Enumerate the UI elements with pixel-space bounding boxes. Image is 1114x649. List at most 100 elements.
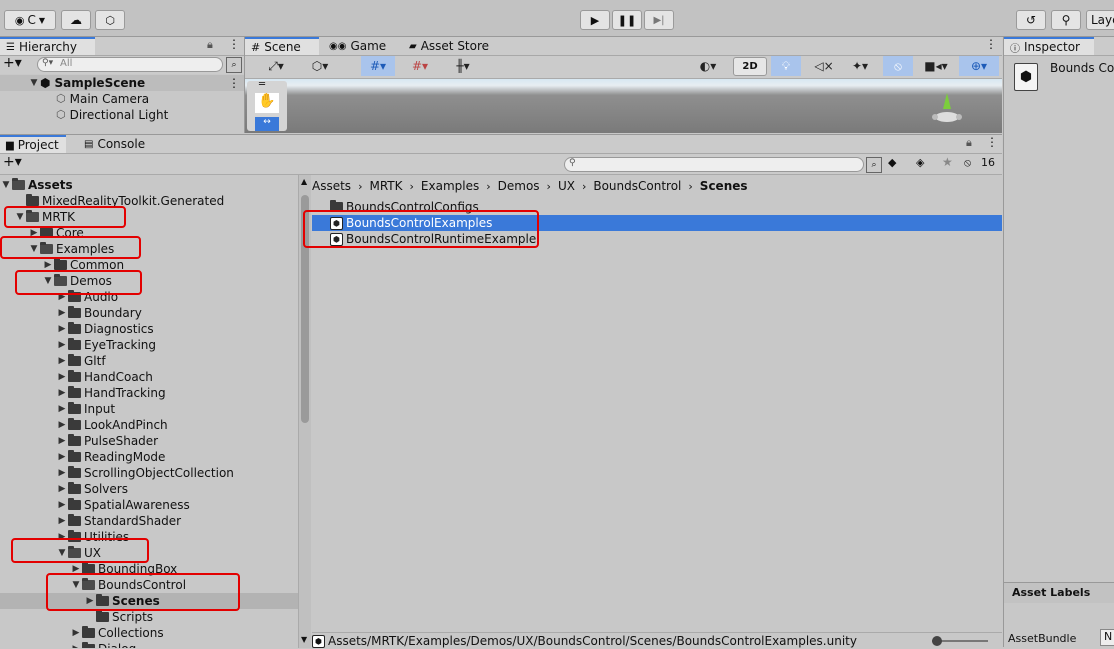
chevron-right-icon[interactable]: ▶ xyxy=(56,497,68,513)
tab-game[interactable]: ◉◉ Game xyxy=(323,37,403,55)
chevron-right-icon[interactable]: ▶ xyxy=(56,449,68,465)
scroll-up-icon[interactable]: ▲ xyxy=(301,177,307,186)
tab-project-label: Project xyxy=(17,138,59,152)
tree-item[interactable]: ▶ PulseShader xyxy=(0,433,298,449)
pause-button[interactable]: ❚❚ xyxy=(612,10,642,30)
chevron-right-icon[interactable]: ▶ xyxy=(56,337,68,353)
grid-icon[interactable]: #▾ xyxy=(405,56,435,76)
effects-icon[interactable]: ✦▾ xyxy=(843,56,877,76)
more-icon[interactable]: ⋮ xyxy=(986,135,998,149)
chevron-right-icon[interactable]: ▶ xyxy=(56,401,68,417)
chevron-right-icon[interactable]: ▶ xyxy=(56,417,68,433)
zoom-slider-knob[interactable] xyxy=(932,636,942,646)
hand-tool-icon[interactable]: ✋ xyxy=(255,93,279,113)
more-icon[interactable]: ⋮ xyxy=(228,37,240,51)
tree-item[interactable]: ▶ Input xyxy=(0,401,298,417)
more-icon[interactable]: ⋮ xyxy=(228,75,240,91)
more-icon[interactable]: ⋮ xyxy=(985,37,997,51)
cloud-button[interactable]: ☁ xyxy=(61,10,91,30)
tree-item[interactable]: ▶ EyeTracking xyxy=(0,337,298,353)
camera-icon[interactable]: ■◂▾ xyxy=(919,56,953,76)
chevron-right-icon[interactable]: ▶ xyxy=(56,481,68,497)
breadcrumb-item[interactable]: UX xyxy=(558,179,575,193)
tree-item[interactable]: Scripts xyxy=(0,609,298,625)
tree-item[interactable]: ▶ Solvers xyxy=(0,481,298,497)
account-button[interactable]: ◉ C ▼ xyxy=(4,10,56,30)
history-button[interactable]: ↺ xyxy=(1016,10,1046,30)
cube-icon[interactable]: ⬡▾ xyxy=(303,56,337,76)
step-button[interactable]: ▶| xyxy=(644,10,674,30)
gizmo-icon[interactable]: ⊕▾ xyxy=(959,56,999,76)
breadcrumb-item[interactable]: MRTK xyxy=(369,179,402,193)
scene-viewport[interactable]: ═ ✋ ↔ xyxy=(245,79,1002,133)
light-icon[interactable]: 💡︎ xyxy=(771,56,801,76)
filter-type-icon[interactable]: ◆ xyxy=(888,156,896,169)
tab-hierarchy[interactable]: ☰ Hierarchy xyxy=(0,37,95,55)
breadcrumb-item[interactable]: Scenes xyxy=(700,179,748,193)
chevron-right-icon[interactable]: ▶ xyxy=(56,385,68,401)
tree-item[interactable]: ▶ HandTracking xyxy=(0,385,298,401)
tree-item[interactable]: ▶ Boundary xyxy=(0,305,298,321)
hierarchy-item[interactable]: ⬡ Directional Light xyxy=(56,107,168,123)
ruler-icon[interactable]: ╫▾ xyxy=(445,56,481,76)
scene-gizmo-icon[interactable] xyxy=(927,89,967,129)
search-type-icon[interactable]: ⌕ xyxy=(226,57,242,73)
chevron-right-icon[interactable]: ▶ xyxy=(56,433,68,449)
collab-button[interactable]: ⬡ xyxy=(95,10,125,30)
breadcrumb-item[interactable]: Examples xyxy=(421,179,479,193)
favorite-icon[interactable]: ★ xyxy=(942,155,953,169)
lock-icon[interactable]: 🔒︎ xyxy=(966,136,972,150)
shading-icon[interactable]: ◐▾ xyxy=(691,56,725,76)
tree-item[interactable]: ▶ HandCoach xyxy=(0,369,298,385)
rect-tool-icon[interactable]: ↔ xyxy=(255,117,279,131)
scene-row[interactable]: ▼ ⬢ SampleScene ⋮ xyxy=(0,75,244,91)
chevron-right-icon[interactable]: ▶ xyxy=(56,321,68,337)
add-icon[interactable]: +▾ xyxy=(3,154,22,170)
tab-scene[interactable]: # Scene xyxy=(245,37,319,55)
move-tool-icon[interactable]: ⤢▾ xyxy=(261,56,291,76)
lock-icon[interactable]: 🔒︎ xyxy=(207,38,213,52)
tree-item[interactable]: ▶ ReadingMode xyxy=(0,449,298,465)
zoom-slider[interactable] xyxy=(932,636,988,646)
tree-item[interactable]: ▶ ScrollingObjectCollection xyxy=(0,465,298,481)
scroll-down-icon[interactable]: ▼ xyxy=(301,635,307,644)
hidden-icon[interactable]: ⦸ xyxy=(883,56,913,76)
chevron-right-icon[interactable]: ▶ xyxy=(70,625,82,641)
tree-item[interactable]: ▶ Gltf xyxy=(0,353,298,369)
tab-inspector[interactable]: ⓘ Inspector xyxy=(1004,37,1094,55)
breadcrumb-item[interactable]: Assets xyxy=(312,179,351,193)
search-type-icon[interactable]: ⌕ xyxy=(866,157,882,173)
audio-icon[interactable]: ◁× xyxy=(809,56,839,76)
project-search[interactable]: ⚲ xyxy=(564,157,864,172)
tree-item[interactable]: ▶ Diagnostics xyxy=(0,321,298,337)
label-icon[interactable]: ◈ xyxy=(916,156,924,169)
tree-item[interactable]: ▶ LookAndPinch xyxy=(0,417,298,433)
hierarchy-search[interactable]: ⚲▾ All xyxy=(37,57,223,72)
chevron-right-icon[interactable]: ▶ xyxy=(56,369,68,385)
play-button[interactable]: ▶ xyxy=(580,10,610,30)
tree-item[interactable]: ▶ SpatialAwareness xyxy=(0,497,298,513)
hidden-count-icon[interactable]: ⦸ xyxy=(964,156,971,170)
asset-bundle-dropdown[interactable]: N xyxy=(1100,629,1114,646)
tab-project[interactable]: ▆ Project xyxy=(0,135,66,153)
tree-item[interactable]: ▶ Collections xyxy=(0,625,298,641)
chevron-right-icon[interactable]: ▶ xyxy=(56,513,68,529)
hierarchy-item[interactable]: ⬡ Main Camera xyxy=(56,91,149,107)
breadcrumb-item[interactable]: BoundsControl xyxy=(593,179,681,193)
chevron-right-icon[interactable]: ▶ xyxy=(56,305,68,321)
grid-snap-icon[interactable]: #▾ xyxy=(361,56,395,76)
breadcrumb-item[interactable]: Demos xyxy=(498,179,540,193)
search-button[interactable]: ⚲ xyxy=(1051,10,1081,30)
history-icon: ↺ xyxy=(1025,13,1037,27)
tree-item[interactable]: ▶ StandardShader xyxy=(0,513,298,529)
chevron-right-icon[interactable]: ▶ xyxy=(56,353,68,369)
chevron-down-icon[interactable]: ▼ xyxy=(0,177,12,193)
tab-console[interactable]: ▤ Console xyxy=(78,135,158,153)
toggle-2d-button[interactable]: 2D xyxy=(733,57,767,76)
chevron-right-icon[interactable]: ▶ xyxy=(56,465,68,481)
tree-item[interactable]: ▼ Assets xyxy=(0,177,298,193)
add-icon[interactable]: +▾ xyxy=(3,55,22,71)
tab-asset-store[interactable]: ▰ Asset Store xyxy=(403,37,513,55)
chevron-down-icon[interactable]: ▼ xyxy=(28,75,40,91)
layers-dropdown[interactable]: Laye xyxy=(1086,10,1114,30)
